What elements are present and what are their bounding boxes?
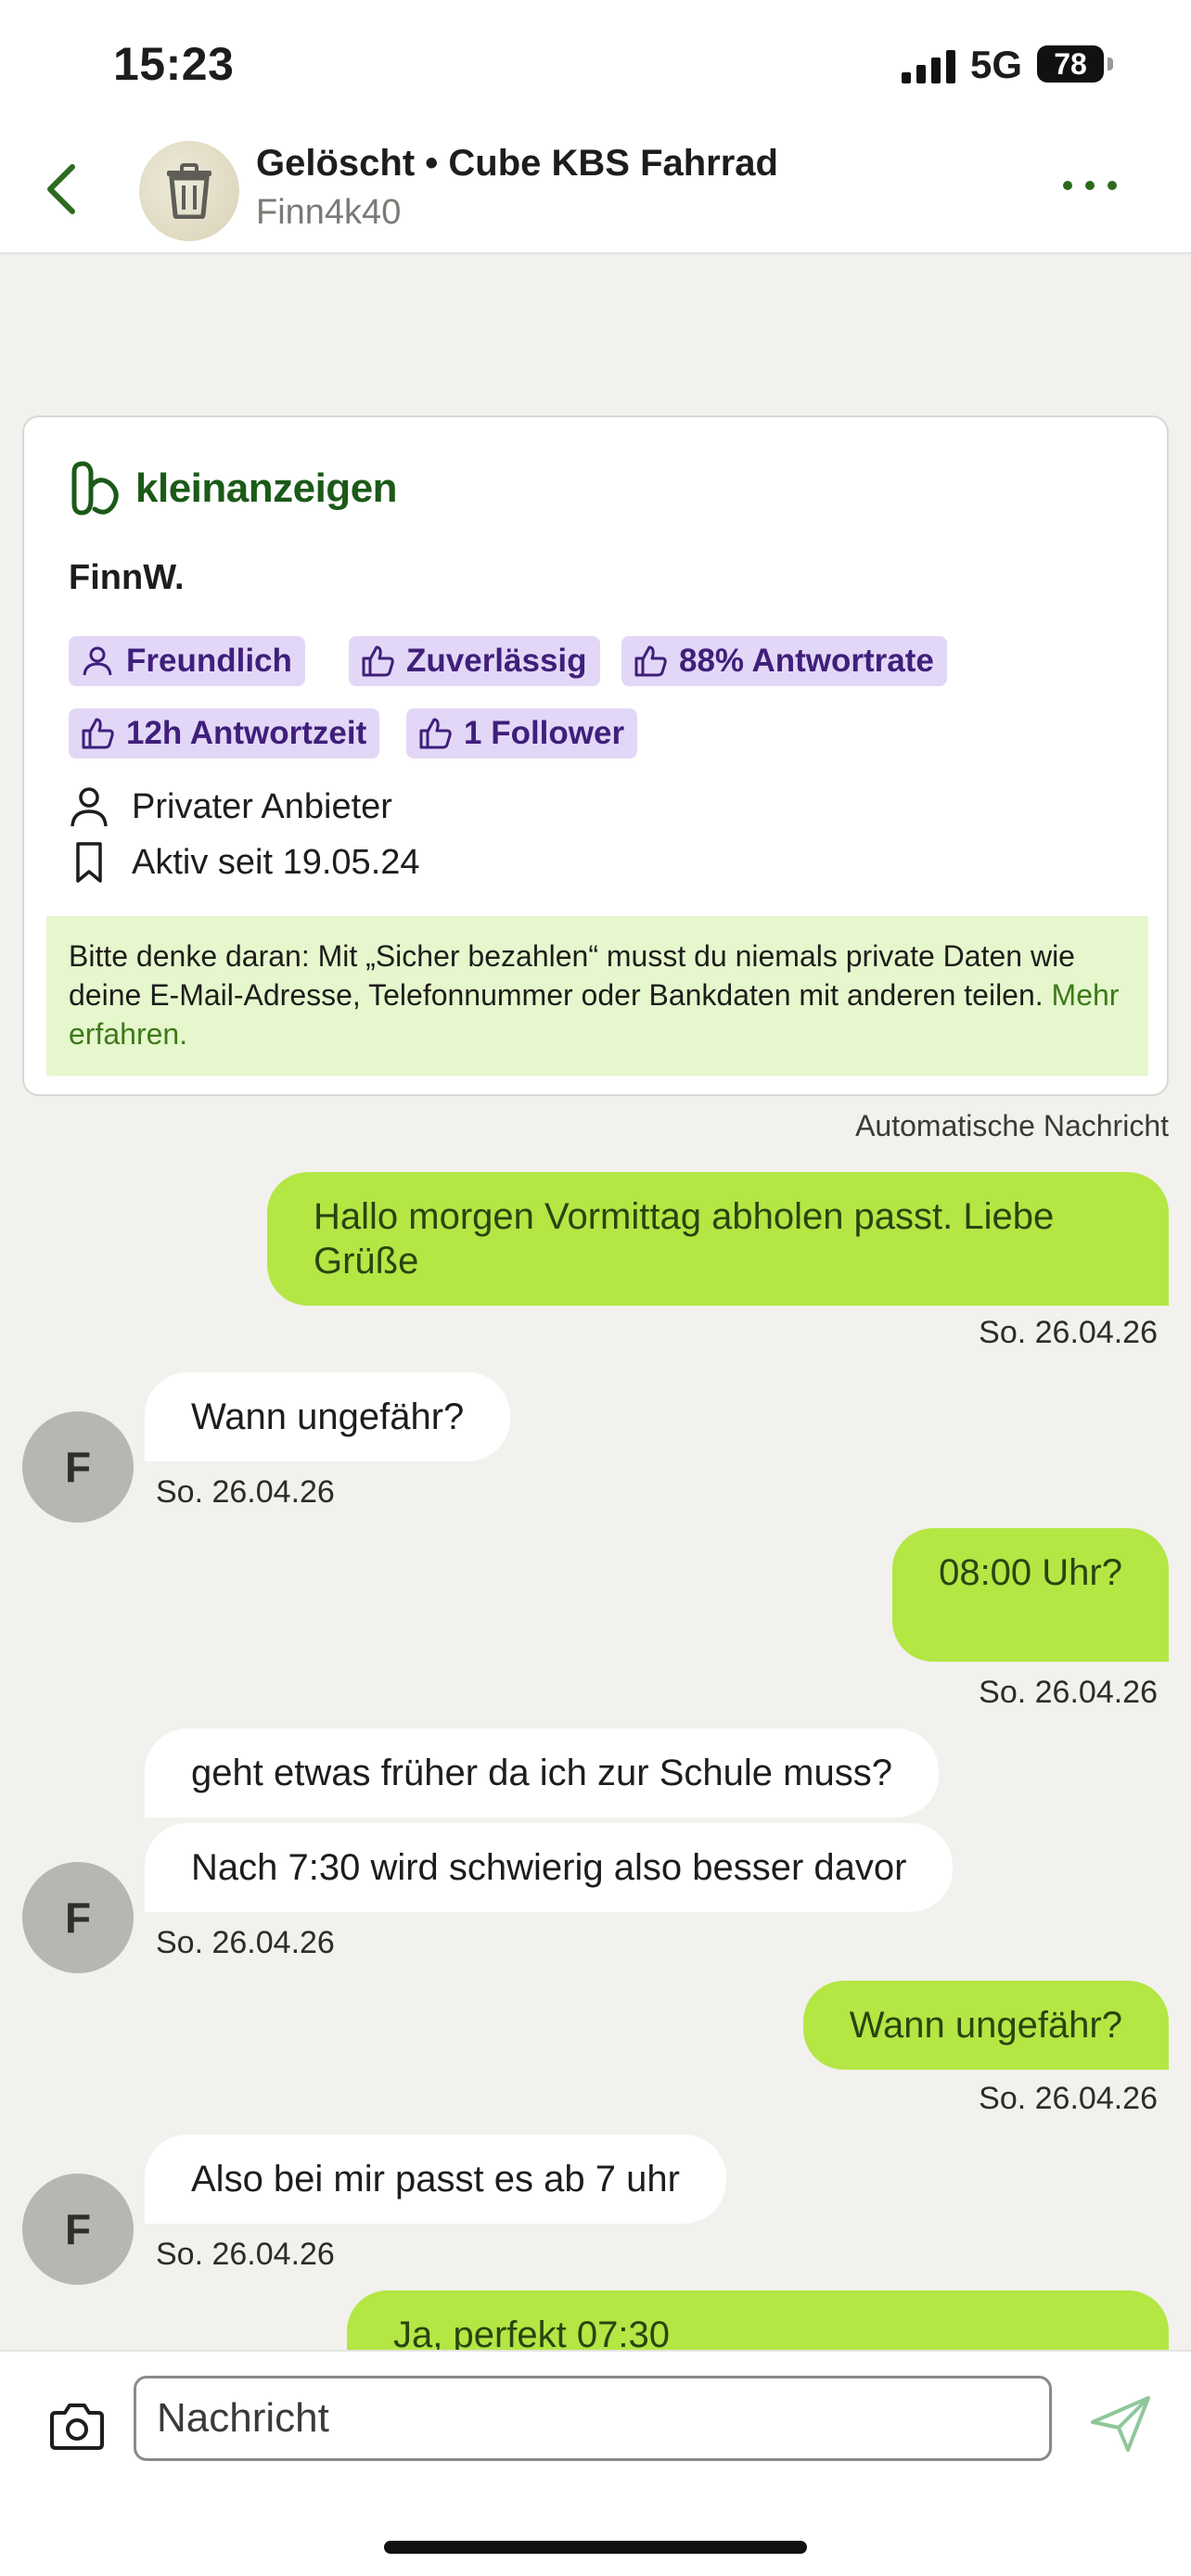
cellular-signal-icon: [902, 50, 955, 83]
chat-title[interactable]: Gelöscht • Cube KBS Fahrrad: [256, 143, 778, 185]
status-bar: 15:23 5G 78: [0, 0, 1191, 130]
logo-text: kleinanzeigen: [135, 465, 398, 511]
chat-partner-name[interactable]: Finn4k40: [256, 193, 401, 233]
seller-name[interactable]: FinnW.: [69, 558, 185, 598]
trash-icon: [167, 163, 211, 219]
badge-zuverlaessig: Zuverlässig: [349, 636, 600, 686]
kleinanzeigen-logo: kleinanzeigen: [70, 458, 398, 519]
message-line: Hallo morgen Vormittag abholen passt. Li…: [314, 1196, 1055, 1237]
message-incoming[interactable]: Wann ungefähr?: [145, 1372, 511, 1461]
battery-nub: [1108, 57, 1113, 70]
bookmark-icon: [76, 842, 102, 883]
thumbs-up-icon: [634, 645, 667, 677]
message-incoming[interactable]: geht etwas früher da ich zur Schule muss…: [145, 1728, 939, 1817]
safety-notice: Bitte denke daran: Mit „Sicher bezahlen“…: [46, 916, 1148, 1076]
status-time: 15:23: [113, 38, 235, 90]
sender-avatar: F: [22, 1411, 134, 1523]
thumbs-up-icon: [362, 645, 394, 677]
battery-icon: 78: [1037, 45, 1104, 83]
badge-label: 1 Follower: [464, 715, 625, 751]
sender-avatar: F: [22, 2174, 134, 2285]
active-since-row: Aktiv seit 19.05.24: [69, 838, 420, 886]
message-line: Grüße: [314, 1241, 419, 1282]
message-outgoing[interactable]: Wann ungefähr?: [802, 1981, 1169, 2070]
badge-label: 88% Antwortrate: [679, 643, 934, 679]
message-timestamp: So. 26.04.26: [979, 1315, 1158, 1350]
message-timestamp: So. 26.04.26: [979, 1675, 1158, 1710]
ellipsis-icon[interactable]: [1057, 174, 1122, 197]
message-outgoing[interactable]: 08:00 Uhr?: [892, 1528, 1169, 1662]
message-incoming[interactable]: Also bei mir passt es ab 7 uhr: [145, 2135, 726, 2224]
thumbs-up-icon: [419, 718, 452, 749]
sender-avatar: F: [22, 1862, 134, 1973]
chat-header: Gelöscht • Cube KBS Fahrrad Finn4k40: [0, 130, 1191, 254]
badge-label: Freundlich: [126, 643, 292, 679]
listing-avatar[interactable]: [139, 141, 239, 241]
home-indicator[interactable]: [384, 2541, 807, 2554]
badge-antwortzeit: 12h Antwortzeit: [69, 708, 380, 759]
badge-follower: 1 Follower: [406, 708, 638, 759]
message-composer: [0, 2350, 1191, 2576]
seller-profile-card: kleinanzeigen FinnW. Freundlich Zuverläs…: [22, 415, 1169, 1096]
message-incoming[interactable]: Nach 7:30 wird schwierig also besser dav…: [145, 1823, 954, 1912]
network-type: 5G: [970, 43, 1023, 86]
seller-type: Privater Anbieter: [132, 786, 392, 826]
badge-antwortrate: 88% Antwortrate: [621, 636, 947, 686]
message-timestamp: So. 26.04.26: [156, 1925, 335, 1960]
message-timestamp: So. 26.04.26: [156, 2237, 335, 2272]
badge-label: 12h Antwortzeit: [126, 715, 367, 751]
camera-icon[interactable]: [48, 2402, 106, 2452]
send-icon[interactable]: [1089, 2394, 1152, 2454]
badge-label: Zuverlässig: [406, 643, 587, 679]
active-since: Aktiv seit 19.05.24: [132, 842, 420, 882]
kleinanzeigen-logo-icon: [71, 461, 119, 516]
notice-text: Bitte denke daran: Mit „Sicher bezahlen“…: [69, 939, 1075, 1012]
person-icon: [70, 787, 108, 827]
message-input[interactable]: [134, 2376, 1052, 2461]
automatic-message-label: Automatische Nachricht: [855, 1109, 1169, 1142]
chevron-left-icon[interactable]: [37, 159, 89, 219]
message-timestamp: So. 26.04.26: [156, 1474, 335, 1510]
seller-type-row: Privater Anbieter: [69, 783, 392, 831]
badge-freundlich: Freundlich: [69, 636, 305, 686]
message-outgoing[interactable]: Hallo morgen Vormittag abholen passt. Li…: [267, 1172, 1169, 1306]
message-timestamp: So. 26.04.26: [979, 2081, 1158, 2116]
thumbs-up-icon: [82, 718, 114, 749]
person-icon: [83, 646, 112, 676]
